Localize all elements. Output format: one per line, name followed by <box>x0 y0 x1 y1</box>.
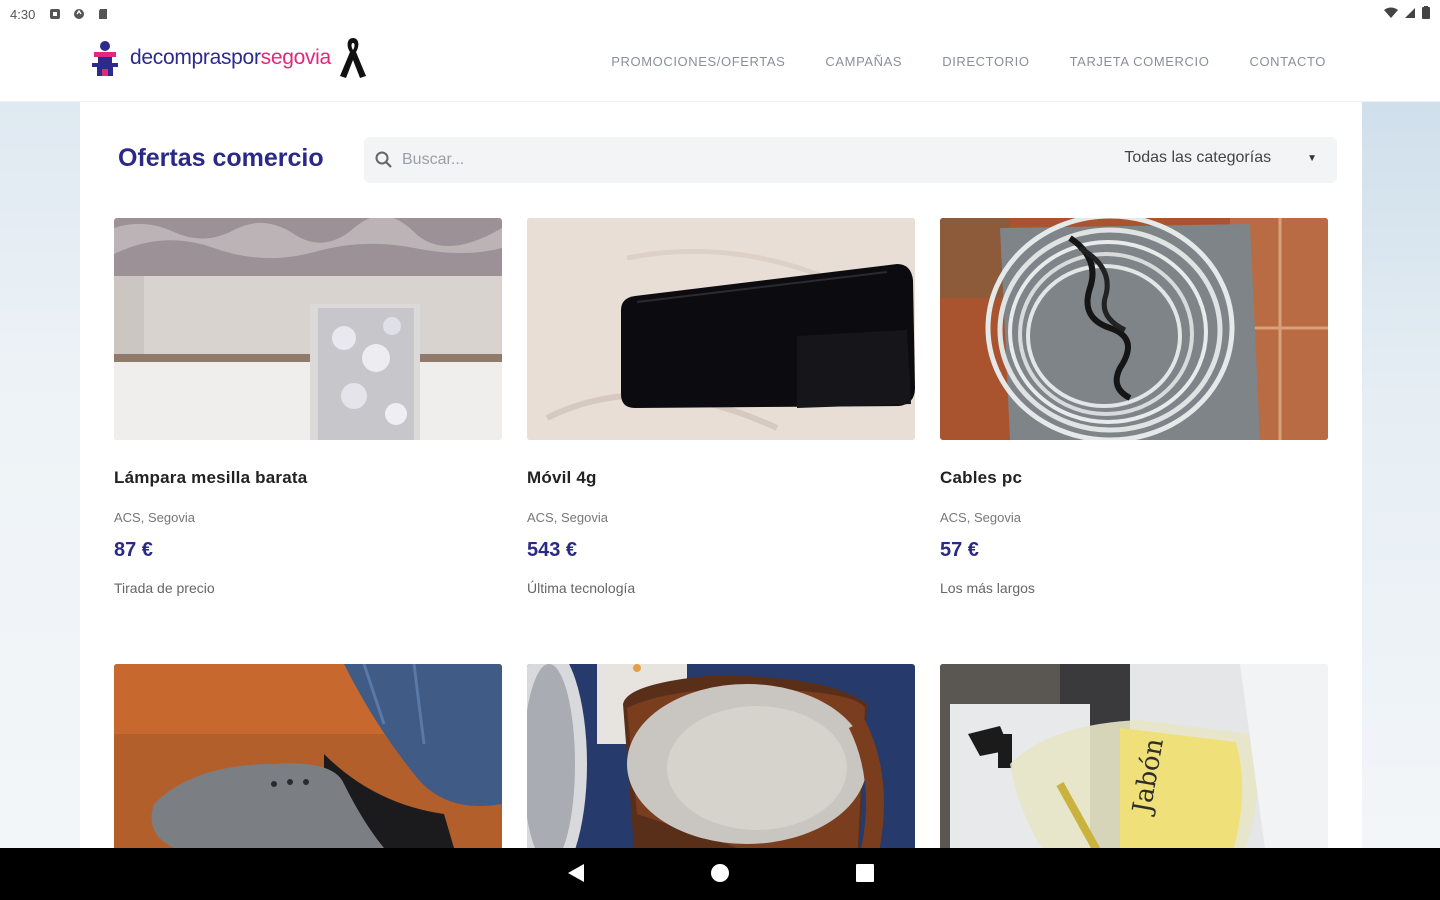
recents-icon[interactable] <box>855 862 875 884</box>
product-title[interactable]: Lámpara mesilla barata <box>114 468 502 488</box>
search-bar: Todas las categorías ▼ <box>364 137 1337 183</box>
sd-card-icon <box>99 9 108 19</box>
nav-promociones[interactable]: PROMOCIONES/OFERTAS <box>611 54 785 69</box>
product-card[interactable]: Lámpara mesilla barata ACS, Segovia 87 €… <box>114 218 502 596</box>
product-image[interactable] <box>940 218 1328 440</box>
sync-icon <box>74 9 85 19</box>
category-select-value: Todas las categorías <box>1124 149 1272 166</box>
logo-mark-icon <box>92 41 118 76</box>
background-left <box>0 102 80 848</box>
background-right <box>1362 102 1440 848</box>
nav-campanas[interactable]: CAMPAÑAS <box>825 54 902 69</box>
search-icon <box>375 151 392 168</box>
home-icon[interactable] <box>710 862 730 884</box>
mourning-ribbon-icon <box>339 38 366 78</box>
status-bar: 4:30 <box>0 0 1440 28</box>
site-logo[interactable]: decomprasporsegovia <box>88 36 369 80</box>
wifi-icon <box>1384 7 1398 18</box>
nav-directorio[interactable]: DIRECTORIO <box>942 54 1029 69</box>
status-time: 4:30 <box>10 6 36 22</box>
signal-icon <box>1405 7 1415 18</box>
product-price: 543 € <box>527 539 578 561</box>
product-card[interactable]: Móvil 4g ACS, Segovia 543 € Última tecno… <box>527 218 915 596</box>
logo-text: decomprasporsegovia <box>130 46 331 70</box>
product-description: Tirada de precio <box>114 580 215 596</box>
main-content: Ofertas comercio Todas las categorías ▼ <box>80 102 1362 886</box>
caret-down-icon: ▼ <box>1307 152 1317 164</box>
product-price: 57 € <box>940 539 979 561</box>
nav-tarjeta-comercio[interactable]: TARJETA COMERCIO <box>1070 54 1210 69</box>
product-description: Última tecnología <box>527 580 636 596</box>
page-title: Ofertas comercio <box>118 144 324 172</box>
battery-icon <box>1422 6 1430 19</box>
product-description: Los más largos <box>940 580 1035 596</box>
main-nav: PROMOCIONES/OFERTAS CAMPAÑAS DIRECTORIO … <box>611 54 1326 69</box>
product-image[interactable] <box>527 218 915 440</box>
product-image[interactable] <box>114 218 502 440</box>
product-card[interactable]: Cables pc ACS, Segovia 57 € Los más larg… <box>940 218 1328 596</box>
product-location: ACS, Segovia <box>940 510 1021 525</box>
product-location: ACS, Segovia <box>114 510 195 525</box>
product-title[interactable]: Móvil 4g <box>527 468 915 488</box>
search-input[interactable] <box>402 145 1002 175</box>
back-icon[interactable] <box>566 862 586 884</box>
product-title[interactable]: Cables pc <box>940 468 1328 488</box>
product-price: 87 € <box>114 539 153 561</box>
logo-text-part1: decompraspor <box>130 46 261 69</box>
nav-contacto[interactable]: CONTACTO <box>1249 54 1326 69</box>
site-header: decomprasporsegovia PROMOCIONES/OFERTAS … <box>0 28 1440 102</box>
system-navigation-bar <box>0 848 1440 900</box>
category-select[interactable]: Todas las categorías ▼ <box>1124 149 1317 167</box>
logo-text-part2: segovia <box>260 46 332 69</box>
notification-icon <box>50 9 61 19</box>
product-location: ACS, Segovia <box>527 510 608 525</box>
